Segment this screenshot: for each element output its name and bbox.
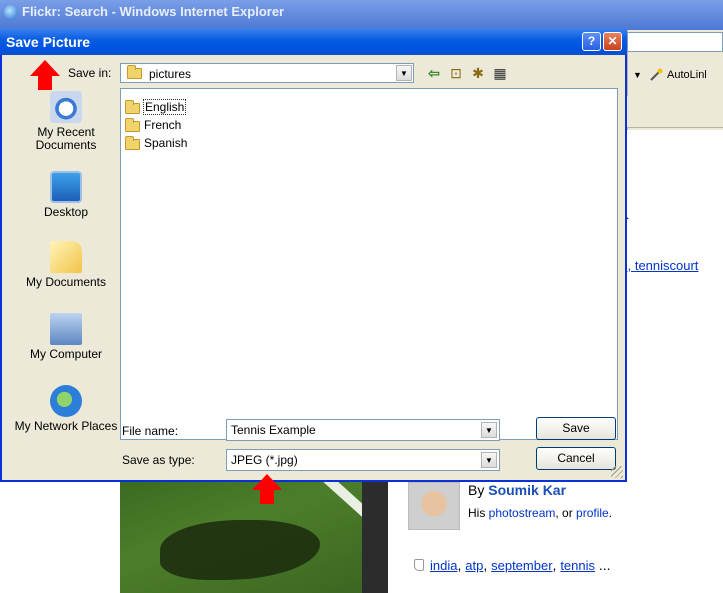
tag-link-september[interactable]: september	[491, 558, 552, 573]
network-places-icon	[50, 385, 82, 417]
save-button[interactable]: Save	[536, 417, 616, 440]
tag-link-atp[interactable]: atp	[465, 558, 483, 573]
author-name-link[interactable]: Soumik Kar	[488, 482, 566, 498]
photo-author: By Soumik Kar His photostream, or profil…	[408, 480, 708, 530]
photostream-link[interactable]: photostream	[489, 506, 556, 520]
file-name-label: File name:	[122, 424, 179, 438]
place-desktop[interactable]: Desktop	[14, 171, 118, 219]
places-bar: My Recent Documents Desktop My Documents…	[14, 89, 118, 473]
place-my-documents[interactable]: My Documents	[14, 241, 118, 289]
ie-titlebar: Flickr: Search - Windows Internet Explor…	[0, 0, 723, 30]
close-button[interactable]: ✕	[603, 32, 622, 51]
place-network-places[interactable]: My Network Places	[14, 385, 118, 433]
my-computer-icon	[50, 313, 82, 345]
tag-link-tenniscourt[interactable]: tenniscourt	[635, 258, 699, 273]
period-text: .	[608, 506, 613, 520]
place-my-computer[interactable]: My Computer	[14, 313, 118, 361]
tag-icon	[414, 559, 424, 571]
folder-name: English	[143, 99, 187, 115]
dialog-titlebar[interactable]: Save Picture ? ✕	[0, 29, 627, 55]
resize-grip[interactable]	[611, 466, 623, 478]
profile-link[interactable]: profile	[576, 506, 609, 520]
ie-toolbar-strip	[627, 96, 723, 128]
place-label: My Computer	[29, 347, 103, 361]
save-picture-dialog: Save Picture ? ✕ Save in: pictures ▼ ⇦ ⊡…	[0, 29, 627, 482]
tag-link-india[interactable]: india	[430, 558, 457, 573]
avatar[interactable]	[408, 482, 460, 530]
desktop-icon	[50, 171, 82, 203]
tags-more: ...	[595, 557, 611, 573]
toolbar-dropdown-icon[interactable]: ▼	[633, 70, 642, 80]
or-text: , or	[555, 506, 577, 520]
chevron-down-icon[interactable]: ▼	[481, 422, 497, 438]
folder-name: French	[144, 118, 182, 132]
chevron-down-icon[interactable]: ▼	[481, 452, 497, 468]
up-folder-icon[interactable]: ⊡	[448, 65, 464, 81]
my-documents-icon	[50, 241, 82, 273]
new-folder-icon[interactable]: ✱	[470, 65, 486, 81]
annotation-arrow-icon	[252, 474, 282, 504]
back-icon[interactable]: ⇦	[426, 65, 442, 81]
place-recent-documents[interactable]: My Recent Documents	[14, 91, 118, 152]
author-line: By Soumik Kar	[468, 482, 566, 498]
place-label: Desktop	[43, 205, 89, 219]
save-type-label: Save as type:	[122, 453, 195, 467]
player-figure	[362, 480, 388, 593]
autolink-wand-icon[interactable]	[649, 68, 663, 82]
place-label: My Recent Documents	[35, 125, 97, 152]
save-type-select[interactable]: JPEG (*.jpg) ▼	[226, 449, 500, 471]
folder-icon	[125, 118, 140, 132]
help-button[interactable]: ?	[582, 32, 601, 51]
tag-link-tennis[interactable]: tennis	[560, 558, 595, 573]
save-type-value: JPEG (*.jpg)	[231, 453, 298, 467]
file-list[interactable]: English French Spanish	[120, 88, 618, 440]
autolink-button[interactable]: AutoLinl	[667, 69, 707, 81]
ie-toolbar: ▼ AutoLinl	[627, 64, 723, 90]
folder-icon	[125, 100, 140, 114]
save-in-value: pictures	[149, 67, 192, 81]
photo-tags: india, atp, september, tennis ...	[414, 557, 611, 573]
dialog-title: Save Picture	[6, 34, 91, 50]
tag-line-fragment: <, tenniscourt	[620, 258, 698, 273]
player-shadow	[160, 520, 320, 580]
author-links: His photostream, or profile.	[468, 506, 612, 520]
place-label: My Network Places	[14, 419, 118, 433]
folder-name: Spanish	[144, 136, 188, 150]
chevron-down-icon[interactable]: ▼	[396, 65, 412, 81]
annotation-arrow-icon	[30, 60, 60, 90]
place-label: My Documents	[25, 275, 107, 289]
by-text: By	[468, 482, 489, 498]
tag-separator: ,	[483, 557, 492, 573]
save-in-label: Save in:	[68, 66, 112, 80]
his-text: His	[468, 506, 489, 520]
recent-documents-icon	[50, 91, 82, 123]
folder-icon	[127, 65, 142, 79]
cancel-button[interactable]: Cancel	[536, 447, 616, 470]
save-in-select[interactable]: pictures ▼	[120, 63, 414, 83]
ie-address-bar[interactable]	[627, 32, 723, 52]
file-name-value: Tennis Example	[231, 423, 316, 437]
ie-logo-icon	[4, 5, 18, 19]
ie-window-title: Flickr: Search - Windows Internet Explor…	[22, 4, 285, 19]
views-icon[interactable]: ▦	[492, 65, 508, 81]
folder-icon	[125, 136, 140, 150]
file-name-input[interactable]: Tennis Example ▼	[226, 419, 500, 441]
